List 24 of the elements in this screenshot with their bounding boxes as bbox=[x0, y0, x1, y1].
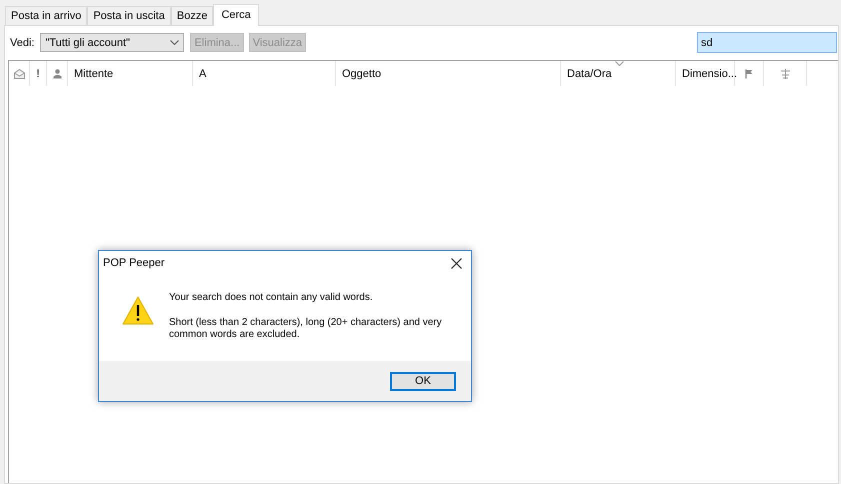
envelope-icon bbox=[14, 68, 24, 78]
flag-icon bbox=[745, 68, 753, 78]
scale-icon bbox=[780, 68, 790, 78]
column-header[interactable]: Oggetto bbox=[342, 68, 382, 80]
column-header[interactable]: Dimensio... bbox=[682, 68, 738, 80]
dialog-detail: Short (less than 2 characters), long (20+ characters) and very common words are excluded. bbox=[169, 317, 443, 341]
dialog-title: POP Peeper bbox=[103, 257, 165, 269]
tab[interactable]: Posta in uscita bbox=[87, 6, 171, 25]
ok-button[interactable]: OK bbox=[390, 372, 456, 390]
tab[interactable]: Bozze bbox=[170, 6, 214, 25]
search-field[interactable]: sd bbox=[697, 32, 837, 53]
column-header[interactable]: Data/Ora bbox=[567, 68, 612, 80]
priority-header[interactable]: ! bbox=[36, 68, 40, 80]
chevron-icon bbox=[170, 40, 180, 45]
close-icon[interactable] bbox=[451, 258, 462, 268]
dialog-message: Your search does not contain any valid words. bbox=[169, 292, 374, 304]
column-header[interactable]: Mittente bbox=[74, 68, 114, 80]
person-icon bbox=[52, 68, 62, 78]
view-dropdown[interactable]: "Tutti gli account" bbox=[40, 33, 184, 52]
view-label: Vedi: bbox=[10, 36, 34, 48]
warning-icon bbox=[122, 296, 154, 325]
tab[interactable]: Cerca bbox=[213, 4, 259, 26]
tab[interactable]: Posta in arrivo bbox=[5, 6, 88, 25]
column-header[interactable]: A bbox=[199, 68, 206, 80]
